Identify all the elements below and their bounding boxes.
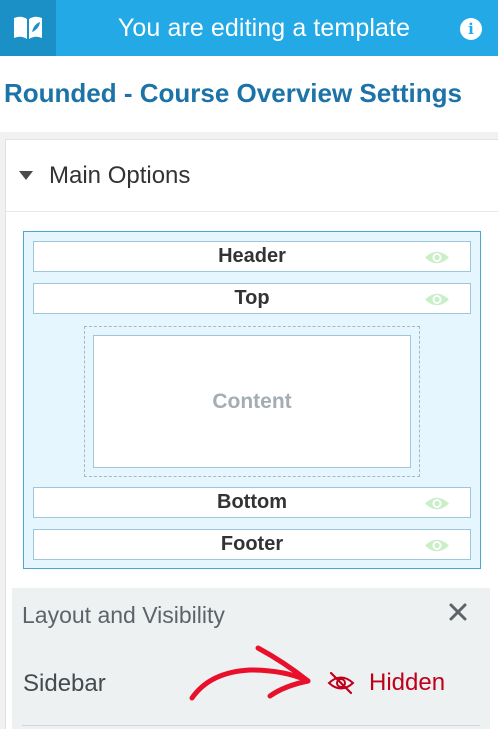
region-header-label: Header — [218, 245, 286, 267]
sidebar-visibility-toggle[interactable]: Hidden — [327, 668, 477, 700]
content-region[interactable]: Content — [93, 335, 411, 468]
divider — [22, 725, 480, 726]
book-icon — [14, 16, 42, 39]
region-top-label: Top — [234, 287, 270, 309]
main-options-toggle[interactable]: Main Options — [6, 140, 498, 212]
eye-slash-icon — [327, 671, 355, 695]
main-options-title: Main Options — [49, 162, 191, 189]
caret-down-icon — [19, 171, 33, 180]
layout-visibility-title: Layout and Visibility — [22, 602, 225, 628]
info-icon[interactable]: i — [460, 18, 482, 40]
region-bottom[interactable]: Bottom — [33, 487, 471, 518]
region-footer-label: Footer — [220, 533, 284, 555]
region-header[interactable]: Header — [33, 241, 471, 272]
page-title: Rounded - Course Overview Settings — [4, 78, 462, 108]
close-icon[interactable] — [447, 601, 469, 623]
editing-template-banner: You are editing a template — [117, 13, 411, 42]
annotation-arrow — [189, 645, 311, 701]
region-top[interactable]: Top — [33, 283, 471, 314]
eye-icon[interactable] — [424, 495, 450, 512]
region-bottom-label: Bottom — [217, 491, 287, 513]
content-region-outline: Content — [84, 326, 420, 477]
eye-icon[interactable] — [424, 537, 450, 554]
layout-diagram: Header Top Content Bottom Footer — [23, 231, 481, 569]
top-bar: You are editing a template i — [0, 0, 498, 56]
sidebar-label: Sidebar — [23, 670, 106, 697]
sidebar-visibility-state: Hidden — [369, 669, 446, 696]
region-footer[interactable]: Footer — [33, 529, 471, 560]
logo[interactable] — [0, 0, 56, 56]
eye-icon[interactable] — [424, 249, 450, 266]
eye-icon[interactable] — [424, 291, 450, 308]
